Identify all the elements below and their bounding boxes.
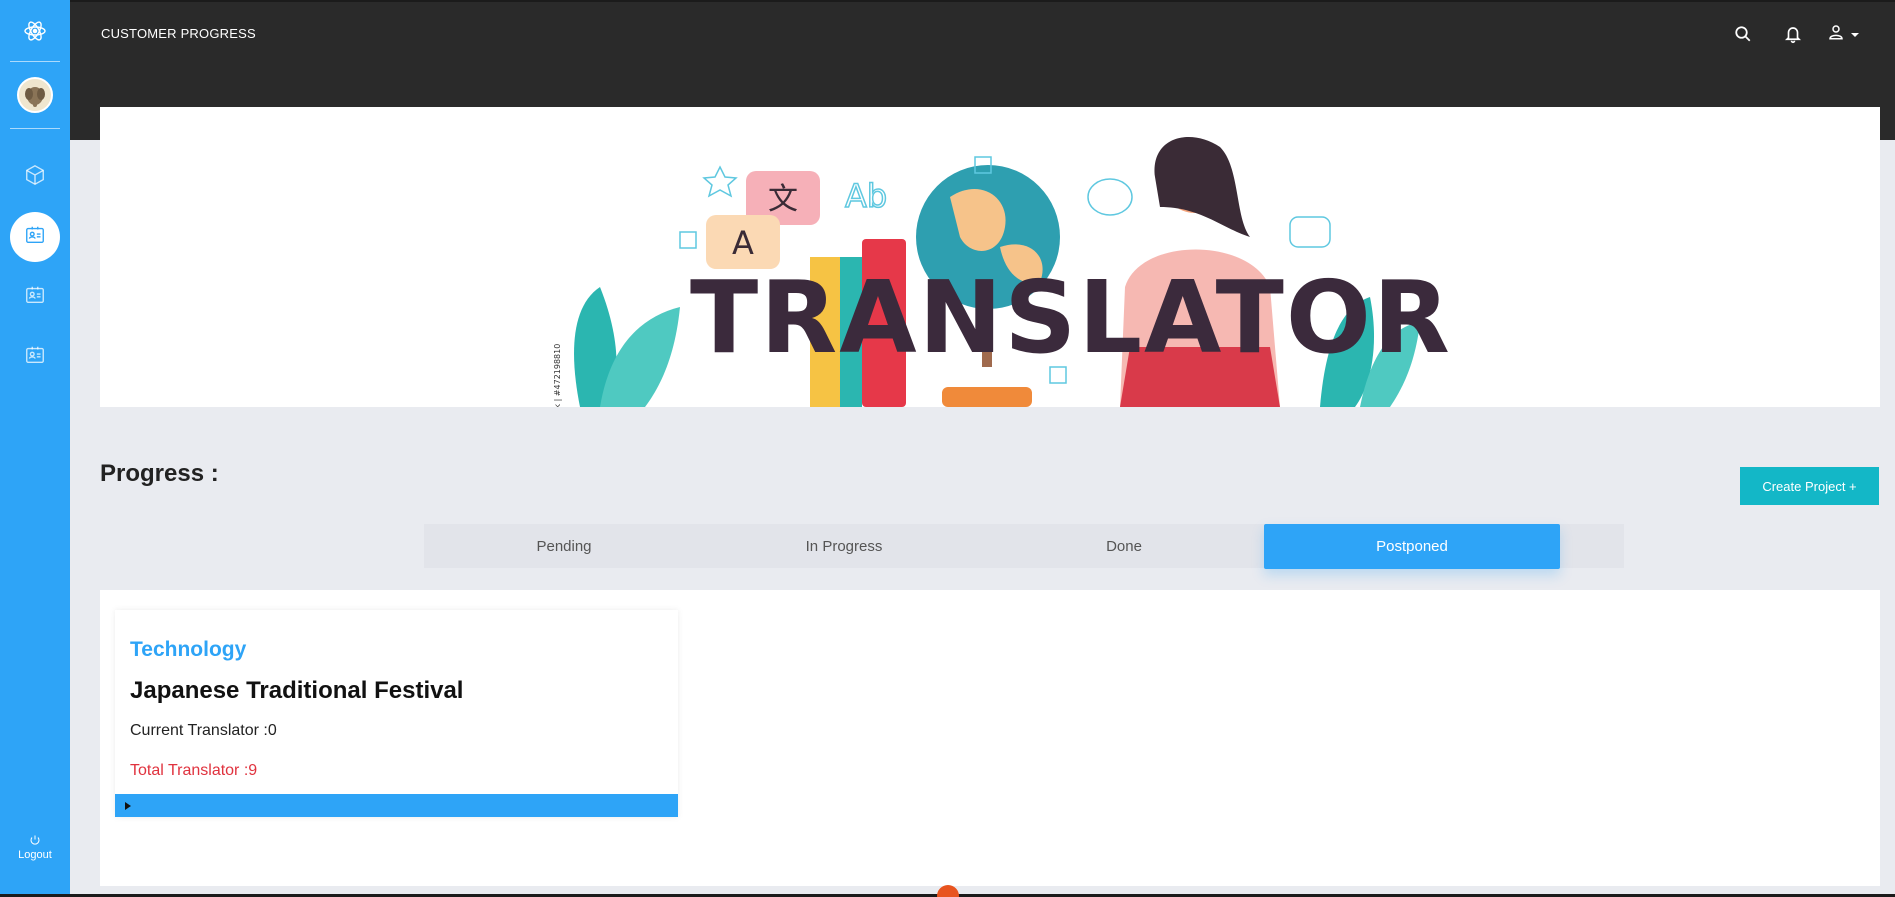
tab-pending[interactable]: Pending [424, 524, 704, 568]
sidebar-item-customer-progress[interactable] [10, 212, 60, 262]
user-menu[interactable] [1829, 22, 1859, 46]
svg-text:ck | #472198810: ck | #472198810 [553, 344, 562, 407]
translator-banner: 文 A Ab TRANSLATOR ck | #472198810 [100, 107, 1880, 407]
sidebar-divider [10, 61, 60, 62]
create-project-button[interactable]: Create Project + [1740, 467, 1879, 505]
sidebar: Logout [0, 0, 70, 897]
box-icon [24, 164, 46, 191]
header-actions [1731, 22, 1859, 46]
svg-text:文: 文 [768, 182, 798, 217]
main-content: 文 A Ab TRANSLATOR ck | #472198810 Progre… [70, 107, 1895, 894]
status-tabs: Pending In Progress Done Postponed [424, 524, 1624, 569]
project-card[interactable]: Technology Japanese Traditional Festival… [115, 610, 678, 817]
svg-text:A: A [732, 224, 754, 262]
sidebar-divider [10, 128, 60, 129]
sidebar-item-translators[interactable] [10, 272, 60, 322]
logout-icon [29, 834, 41, 849]
logout-button[interactable]: Logout [0, 834, 70, 861]
logout-label: Logout [18, 849, 52, 861]
tab-postponed[interactable]: Postponed [1264, 524, 1560, 569]
tab-done[interactable]: Done [984, 524, 1264, 568]
id-card-icon [24, 344, 46, 371]
translator-illustration: 文 A Ab TRANSLATOR ck | #472198810 [553, 137, 1452, 407]
id-card-icon [24, 284, 46, 311]
svg-text:Ab: Ab [845, 177, 887, 215]
user-icon [1827, 23, 1845, 46]
sidebar-item-projects[interactable] [10, 152, 60, 202]
atom-logo-icon[interactable] [20, 16, 50, 46]
banner-title: TRANSLATOR [690, 259, 1452, 376]
id-card-icon [24, 224, 46, 251]
project-title: Japanese Traditional Festival [130, 677, 464, 704]
current-translator-count: Current Translator :0 [130, 722, 277, 739]
avatar[interactable] [17, 77, 53, 113]
bell-icon[interactable] [1781, 22, 1805, 46]
project-category: Technology [130, 638, 247, 661]
chevron-down-icon [1851, 25, 1859, 43]
total-translator-count: Total Translator :9 [130, 762, 258, 779]
page-title: CUSTOMER PROGRESS [101, 26, 256, 41]
progress-heading: Progress : [100, 460, 219, 487]
tab-in-progress[interactable]: In Progress [704, 524, 984, 568]
card-expand-bar[interactable] [115, 794, 678, 817]
sidebar-item-customers[interactable] [10, 332, 60, 382]
project-list-panel: Technology Japanese Traditional Festival… [100, 590, 1880, 886]
search-icon[interactable] [1731, 22, 1755, 46]
caret-right-icon [125, 801, 131, 810]
